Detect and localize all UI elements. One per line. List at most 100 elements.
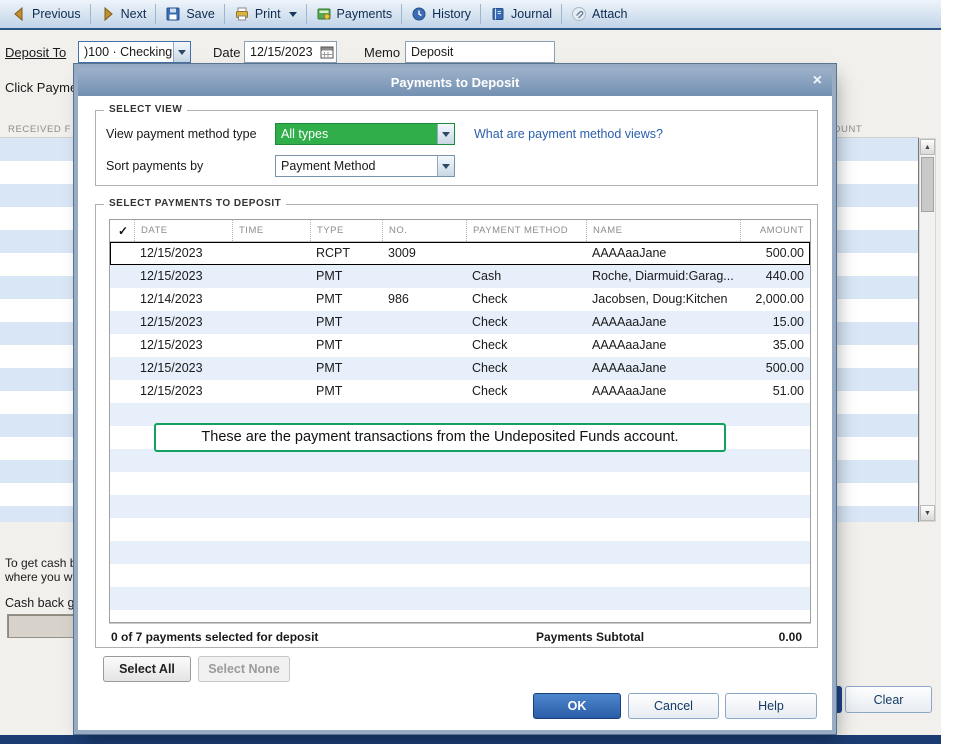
make-deposits-screen: Previous Next Save Print Payments Histor… — [0, 0, 955, 744]
calendar-icon[interactable] — [320, 45, 334, 59]
cell-date: 12/15/2023 — [140, 361, 203, 375]
cash-back-field[interactable] — [7, 614, 77, 638]
cell-amount: 440.00 — [765, 269, 804, 283]
cash-back-help-line1: To get cash b — [5, 556, 77, 570]
dialog-title: Payments to Deposit — [390, 74, 520, 90]
date-field[interactable]: 12/15/2023 — [244, 41, 337, 63]
attach-label: Attach — [592, 7, 628, 21]
payments-button[interactable]: Payments — [309, 4, 400, 24]
sort-payments-dropdown[interactable]: Payment Method — [275, 155, 455, 177]
cell-method: Check — [472, 384, 508, 398]
history-label: History — [432, 7, 472, 21]
chevron-down-icon — [442, 131, 450, 137]
next-arrow-icon — [104, 6, 113, 22]
deposit-to-label: Deposit To — [5, 45, 67, 60]
help-button[interactable]: Help — [725, 693, 817, 719]
payment-method-views-link[interactable]: What are payment method views? — [474, 123, 663, 145]
memo-field[interactable]: Deposit — [405, 41, 555, 63]
payments-table: ✓ DATE TIME TYPE NO. PAYMENT METHOD NAME… — [109, 219, 811, 623]
vertical-scrollbar[interactable]: ▲ ▼ — [919, 138, 936, 522]
save-label: Save — [186, 7, 215, 21]
select-all-button[interactable]: Select All — [103, 656, 191, 682]
scroll-up-button[interactable]: ▲ — [920, 139, 935, 155]
cell-method: Check — [472, 315, 508, 329]
cell-type: RCPT — [316, 246, 351, 260]
select-none-button[interactable]: Select None — [198, 656, 290, 682]
toolbar-divider — [480, 4, 482, 24]
payments-to-deposit-dialog: Payments to Deposit × SELECT VIEW View p… — [78, 68, 832, 730]
name-column-header[interactable]: NAME — [586, 220, 740, 241]
row-checkbox[interactable] — [110, 334, 134, 357]
toolbar-divider — [401, 4, 403, 24]
cell-time — [232, 288, 310, 311]
cell-time — [232, 242, 310, 265]
table-row[interactable]: 12/15/2023 PMT Check AAAAaaJane 500.00 — [110, 357, 810, 380]
next-label: Next — [120, 7, 147, 21]
scrollbar-thumb[interactable] — [921, 157, 934, 212]
cell-amount: 2,000.00 — [755, 292, 804, 306]
cash-back-label: Cash back g — [5, 596, 75, 610]
table-row[interactable]: 12/15/2023 PMT Check AAAAaaJane 51.00 — [110, 380, 810, 403]
row-checkbox[interactable] — [110, 242, 134, 265]
previous-button[interactable]: Previous — [4, 4, 88, 24]
type-column-header[interactable]: TYPE — [310, 220, 382, 241]
select-payments-section: SELECT PAYMENTS TO DEPOSIT ✓ DATE TIME T… — [95, 198, 818, 648]
amount-column-header[interactable]: OUNT — [833, 124, 862, 135]
no-column-header[interactable]: NO. — [382, 220, 466, 241]
cell-method: Cash — [472, 269, 502, 283]
received-from-column-header[interactable]: RECEIVED F — [8, 124, 71, 135]
table-row[interactable]: 12/15/2023 RCPT 3009 AAAAaaJane 500.00 — [110, 242, 810, 265]
clear-button[interactable]: Clear — [845, 686, 932, 713]
cell-no — [382, 311, 466, 334]
cell-method: Check — [472, 292, 508, 306]
select-view-section: SELECT VIEW View payment method type All… — [95, 104, 818, 186]
cash-back-help-line2: where you wa — [5, 570, 80, 584]
history-button[interactable]: History — [404, 4, 478, 24]
date-column-header[interactable]: DATE — [134, 220, 232, 241]
view-method-dropdown[interactable]: All types — [275, 123, 455, 145]
print-button[interactable]: Print — [227, 4, 304, 24]
cell-amount: 500.00 — [765, 246, 804, 260]
deposit-to-dropdown[interactable]: )100 · Checking — [78, 41, 191, 63]
scroll-down-button[interactable]: ▼ — [920, 505, 935, 521]
sort-payments-dropdown-button[interactable] — [437, 156, 454, 176]
deposit-to-dropdown-button[interactable] — [173, 42, 190, 62]
cell-time — [232, 357, 310, 380]
cell-type: PMT — [316, 384, 343, 398]
table-row[interactable]: 12/15/2023 PMT Cash Roche, Diarmuid:Gara… — [110, 265, 810, 288]
view-method-value: All types — [281, 127, 329, 141]
journal-button[interactable]: Journal — [483, 4, 559, 24]
ok-button[interactable]: OK — [533, 693, 621, 719]
table-row[interactable]: 12/15/2023 PMT Check AAAAaaJane 35.00 — [110, 334, 810, 357]
amount-column-header[interactable]: AMOUNT — [740, 220, 810, 241]
date-value: 12/15/2023 — [250, 45, 313, 59]
cell-amount: 35.00 — [772, 338, 804, 352]
cell-time — [232, 380, 310, 403]
cell-date: 12/15/2023 — [140, 384, 203, 398]
row-checkbox[interactable] — [110, 357, 134, 380]
time-column-header[interactable]: TIME — [232, 220, 310, 241]
next-button[interactable]: Next — [93, 4, 154, 24]
cell-date: 12/15/2023 — [140, 338, 203, 352]
attach-button[interactable]: Attach — [564, 4, 634, 24]
table-row[interactable]: 12/15/2023 PMT Check AAAAaaJane 15.00 — [110, 311, 810, 334]
payments-icon — [317, 8, 331, 20]
row-checkbox[interactable] — [110, 311, 134, 334]
cancel-button[interactable]: Cancel — [628, 693, 719, 719]
journal-book-icon — [492, 8, 504, 20]
payment-method-column-header[interactable]: PAYMENT METHOD — [466, 220, 586, 241]
table-row[interactable]: 12/14/2023 PMT 986 Check Jacobsen, Doug:… — [110, 288, 810, 311]
check-column-header[interactable]: ✓ — [110, 220, 134, 241]
dialog-title-bar: Payments to Deposit × — [78, 68, 832, 96]
cell-date: 12/15/2023 — [140, 315, 203, 329]
save-button[interactable]: Save — [158, 4, 222, 24]
row-checkbox[interactable] — [110, 265, 134, 288]
cell-time — [232, 265, 310, 288]
row-checkbox[interactable] — [110, 288, 134, 311]
journal-label: Journal — [511, 7, 553, 21]
close-icon[interactable]: × — [813, 72, 822, 90]
view-method-dropdown-button[interactable] — [437, 124, 454, 144]
row-checkbox[interactable] — [110, 380, 134, 403]
cell-amount: 500.00 — [765, 361, 804, 375]
chevron-down-icon — [178, 49, 186, 55]
